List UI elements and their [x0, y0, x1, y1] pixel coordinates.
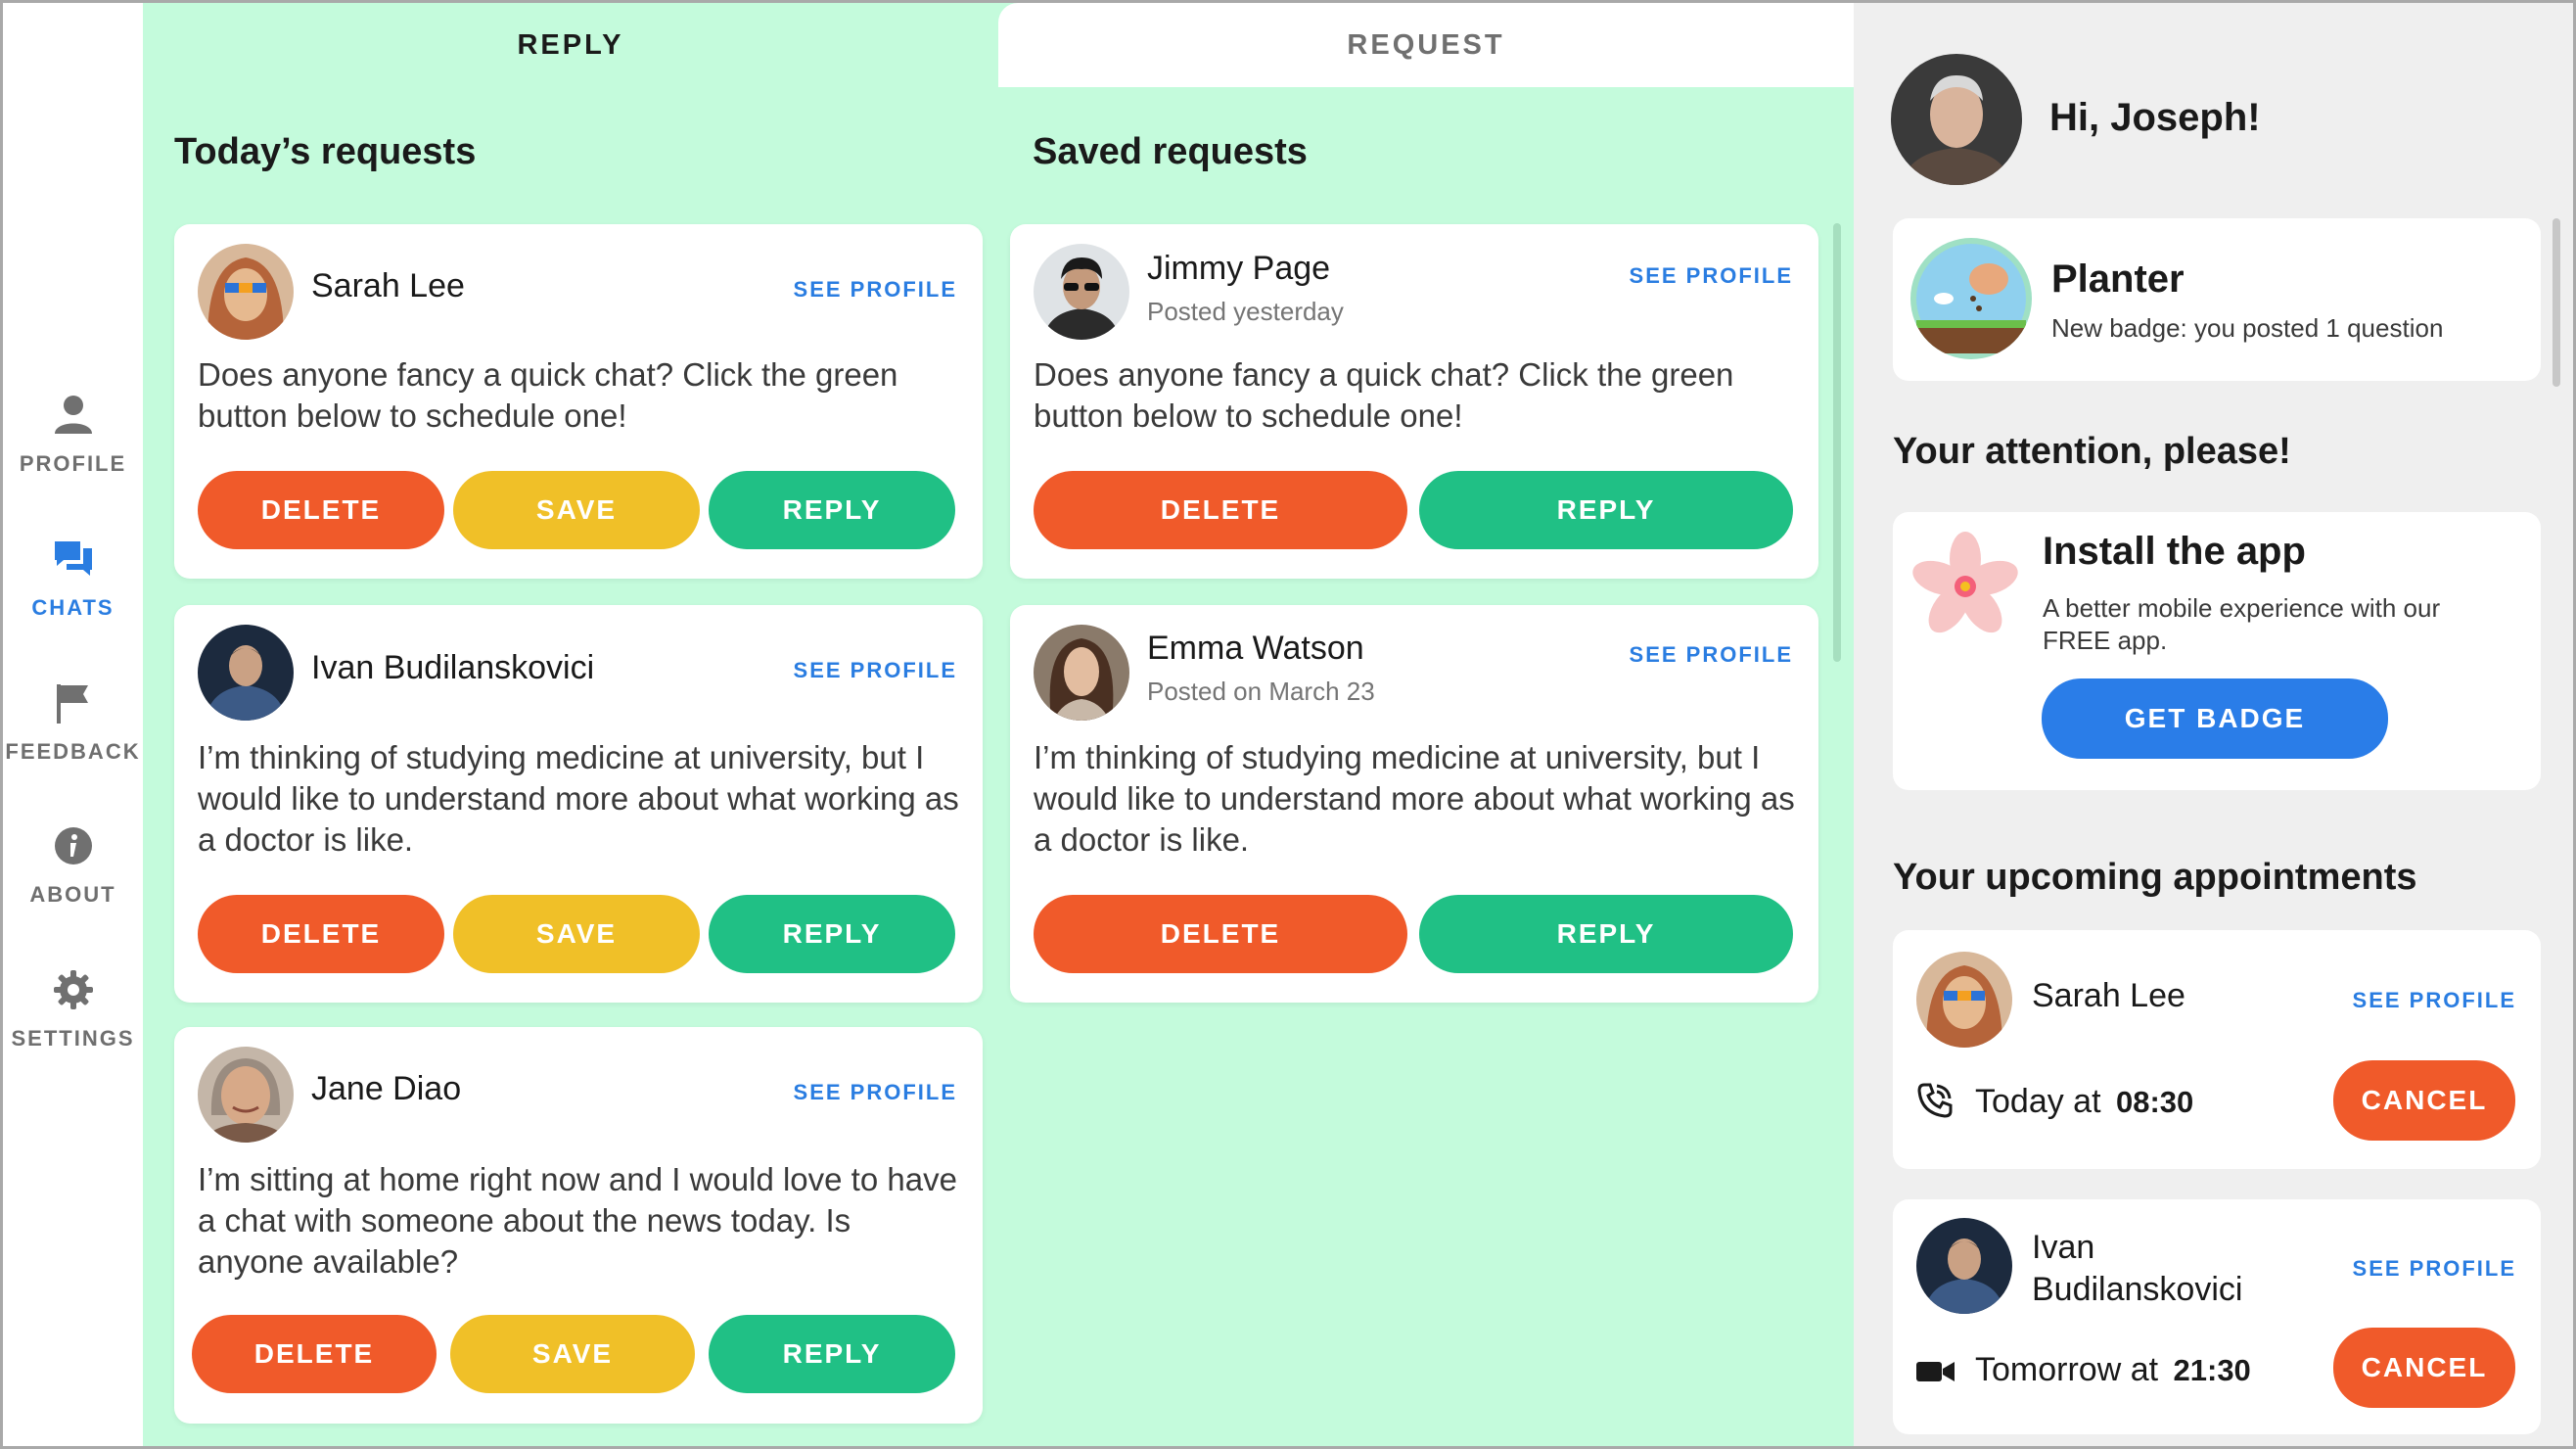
appointments-title: Your upcoming appointments [1893, 857, 2417, 898]
requester-name: Sarah Lee [311, 267, 465, 304]
request-message: I’m thinking of studying medicine at uni… [1034, 739, 1795, 858]
user-avatar[interactable] [1891, 54, 2022, 185]
reply-button[interactable]: REPLY [1419, 895, 1793, 973]
chat-bubbles-icon [54, 541, 92, 576]
appointment-day: Tomorrow at [1975, 1351, 2159, 1388]
flag-icon [56, 684, 88, 724]
flower-icon [1912, 532, 2018, 633]
nav-label-chats: CHATS [31, 595, 115, 620]
appointment-name: Ivan Budilanskovici [2032, 1227, 2242, 1311]
posted-date: Posted on March 23 [1147, 677, 1375, 706]
nav-label-settings: SETTINGS [11, 1026, 135, 1051]
delete-button[interactable]: DELETE [1034, 471, 1407, 549]
request-message: Does anyone fancy a quick chat? Click th… [198, 356, 898, 434]
see-profile-link[interactable]: SEE PROFILE [2353, 1256, 2516, 1282]
reply-button[interactable]: REPLY [709, 895, 955, 973]
avatar[interactable] [1034, 244, 1129, 340]
install-app-card: Install the app A better mobile experien… [1893, 512, 2541, 790]
info-icon [54, 827, 92, 865]
greeting: Hi, Joseph! [2049, 96, 2261, 139]
sidebar-scrollbar[interactable] [2553, 218, 2560, 387]
delete-button[interactable]: DELETE [198, 471, 444, 549]
nav-label-about: ABOUT [29, 882, 116, 907]
todays-requests-title: Today’s requests [174, 131, 477, 172]
attention-title: Your attention, please! [1893, 431, 2291, 472]
appointment-name-last: Budilanskovici [2032, 1271, 2243, 1308]
delete-button[interactable]: DELETE [198, 895, 444, 973]
person-icon [54, 396, 92, 434]
phone-icon [1917, 1083, 1953, 1118]
see-profile-link[interactable]: SEE PROFILE [1630, 642, 1793, 668]
delete-button[interactable]: DELETE [1034, 895, 1407, 973]
appointment-name: Sarah Lee [2032, 977, 2185, 1014]
nav-item-about[interactable]: ABOUT [3, 823, 143, 908]
save-button[interactable]: SAVE [453, 895, 700, 973]
cancel-button[interactable]: CANCEL [2333, 1328, 2515, 1408]
avatar[interactable] [1916, 952, 2012, 1048]
avatar[interactable] [1034, 625, 1129, 721]
appointment-card: Sarah Lee SEE PROFILE Today at 08:30 CAN… [1893, 930, 2541, 1169]
appointment-time: 21:30 [2173, 1353, 2251, 1387]
saved-request-card: Emma Watson Posted on March 23 SEE PROFI… [1010, 605, 1818, 1003]
requester-name: Jimmy Page [1147, 250, 1331, 287]
nav-item-profile[interactable]: PROFILE [3, 393, 143, 477]
reply-button[interactable]: REPLY [1419, 471, 1793, 549]
install-title: Install the app [2043, 530, 2306, 573]
gear-icon [53, 970, 93, 1009]
request-message: Does anyone fancy a quick chat? Click th… [1034, 356, 1734, 434]
main-panel: REPLY REQUEST Today’s requests Saved req… [143, 3, 1854, 1446]
badge-card: Planter New badge: you posted 1 question [1893, 218, 2541, 381]
nav-item-feedback[interactable]: FEEDBACK [3, 680, 143, 765]
planter-badge-icon [1910, 238, 2032, 359]
appointment-card: Ivan Budilanskovici SEE PROFILE Tomorrow… [1893, 1199, 2541, 1434]
posted-date: Posted yesterday [1147, 297, 1344, 326]
see-profile-link[interactable]: SEE PROFILE [2353, 988, 2516, 1013]
nav-item-settings[interactable]: SETTINGS [3, 967, 143, 1052]
badge-title: Planter [2051, 257, 2185, 301]
reply-button[interactable]: REPLY [709, 471, 955, 549]
appointment-time: 08:30 [2115, 1085, 2194, 1119]
avatar[interactable] [198, 1047, 294, 1143]
tab-reply[interactable]: REPLY [143, 3, 998, 87]
save-button[interactable]: SAVE [453, 471, 700, 549]
request-card: Ivan Budilanskovici SEE PROFILE I’m thin… [174, 605, 983, 1003]
see-profile-link[interactable]: SEE PROFILE [794, 277, 957, 303]
main-scrollbar[interactable] [1833, 223, 1841, 662]
see-profile-link[interactable]: SEE PROFILE [1630, 263, 1793, 289]
video-camera-icon [1916, 1362, 1955, 1381]
requester-name: Ivan Budilanskovici [311, 649, 595, 686]
delete-button[interactable]: DELETE [192, 1315, 437, 1393]
badge-subtitle: New badge: you posted 1 question [2051, 313, 2444, 343]
request-card: Sarah Lee SEE PROFILE Does anyone fancy … [174, 224, 983, 579]
appointment-when: Today at 08:30 [1975, 1083, 2193, 1121]
save-button[interactable]: SAVE [450, 1315, 695, 1393]
avatar[interactable] [198, 244, 294, 340]
avatar[interactable] [1916, 1218, 2012, 1314]
appointment-day: Today at [1975, 1083, 2101, 1120]
see-profile-link[interactable]: SEE PROFILE [794, 658, 957, 683]
reply-button[interactable]: REPLY [709, 1315, 955, 1393]
left-nav: PROFILE CHATS FEEDBACK ABOUT SETTINGS [3, 3, 143, 1446]
requester-name: Jane Diao [311, 1070, 462, 1107]
avatar[interactable] [198, 625, 294, 721]
saved-requests-title: Saved requests [1033, 131, 1308, 172]
nav-label-profile: PROFILE [19, 451, 127, 476]
install-text: A better mobile experience with our FREE… [2043, 593, 2441, 655]
nav-label-feedback: FEEDBACK [5, 739, 141, 764]
nav-item-chats[interactable]: CHATS [3, 537, 143, 621]
requester-name: Emma Watson [1147, 630, 1364, 667]
get-badge-button[interactable]: GET BADGE [2042, 678, 2388, 759]
appointment-name-first: Ivan [2032, 1229, 2095, 1266]
cancel-button[interactable]: CANCEL [2333, 1060, 2515, 1141]
request-card: Jane Diao SEE PROFILE I’m sitting at hom… [174, 1027, 983, 1424]
appointment-when: Tomorrow at 21:30 [1975, 1351, 2251, 1389]
see-profile-link[interactable]: SEE PROFILE [794, 1080, 957, 1105]
tab-request[interactable]: REQUEST [998, 3, 1854, 87]
request-message: I’m sitting at home right now and I woul… [198, 1161, 957, 1280]
saved-request-card: Jimmy Page Posted yesterday SEE PROFILE … [1010, 224, 1818, 579]
request-message: I’m thinking of studying medicine at uni… [198, 739, 959, 858]
right-sidebar: Hi, Joseph! Planter New badge: you poste… [1854, 3, 2573, 1446]
